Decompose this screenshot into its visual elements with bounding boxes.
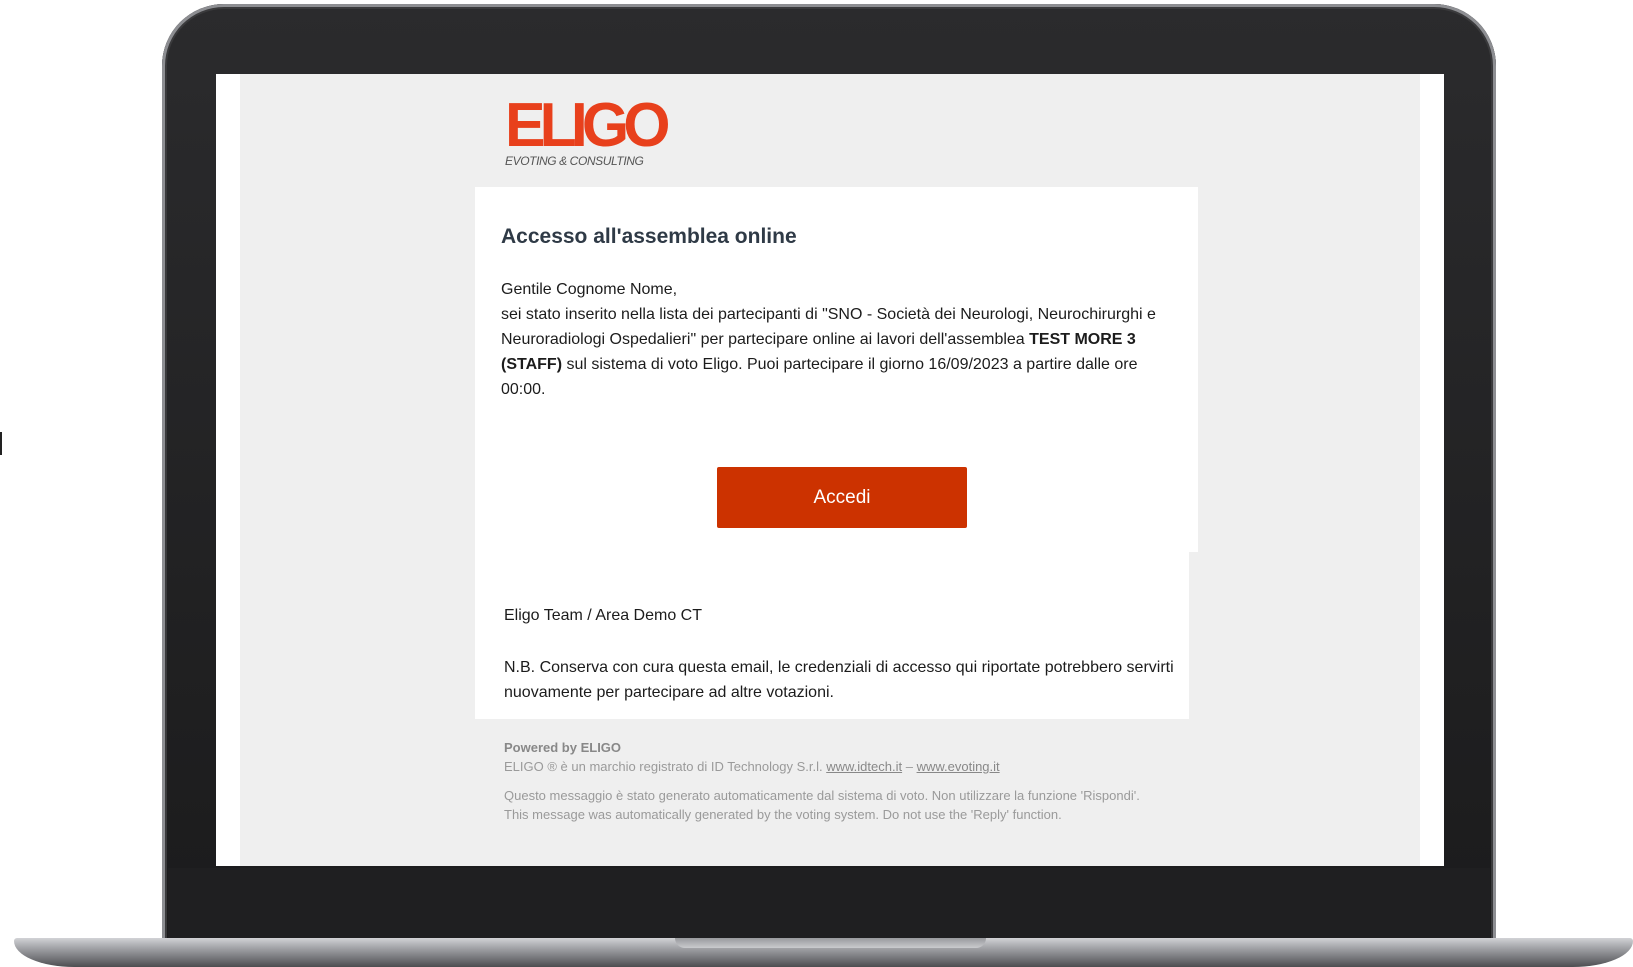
idtech-link[interactable]: www.idtech.it: [826, 759, 902, 774]
nb-note: N.B. Conserva con cura questa email, le …: [504, 659, 1174, 701]
email-title: Accesso all'assemblea online: [501, 225, 797, 248]
email-body: Gentile Cognome Nome, sei stato inserito…: [501, 277, 1161, 402]
logo-wordmark: ELIGO: [505, 91, 671, 160]
signature-text: Eligo Team / Area Demo CT: [504, 607, 703, 624]
trademark-text: ELIGO ® è un marchio registrato di ID Te…: [504, 759, 827, 774]
accedi-button[interactable]: Accedi: [717, 467, 967, 528]
laptop-hinge-notch: [675, 938, 986, 948]
eligo-logo: ELIGO EVOTING & CONSULTING: [505, 91, 671, 169]
greeting-text: Gentile Cognome Nome,: [501, 281, 678, 298]
edge-mark: [0, 432, 2, 455]
link-separator: –: [902, 759, 917, 774]
evoting-link[interactable]: www.evoting.it: [917, 759, 1000, 774]
email-footer: Powered by ELIGO ELIGO ® è un marchio re…: [504, 738, 1144, 824]
laptop-bezel-bottom: [168, 868, 1490, 938]
powered-by-text: Powered by ELIGO: [504, 740, 622, 755]
invitation-text: sei stato inserito nella lista dei parte…: [501, 302, 1161, 402]
disclaimer-text: Questo messaggio è stato generato automa…: [504, 788, 1140, 822]
invitation-text-end: sul sistema di voto Eligo. Puoi partecip…: [501, 356, 1138, 398]
